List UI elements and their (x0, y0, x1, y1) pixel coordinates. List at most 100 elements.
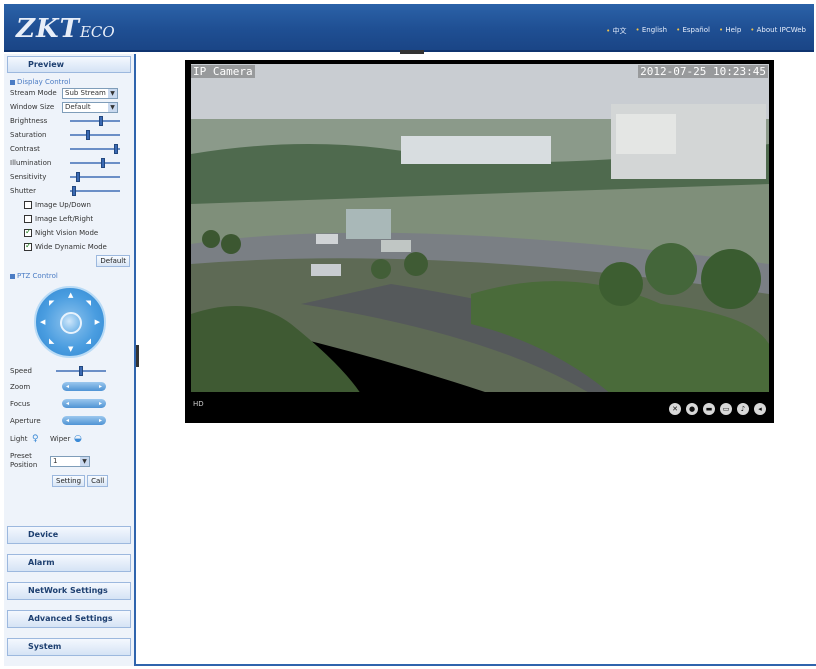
window-size-label: Window Size (10, 103, 55, 111)
system-section-header[interactable]: System (7, 638, 131, 656)
header-collapse-handle[interactable] (400, 50, 424, 54)
slider-thumb[interactable] (76, 172, 80, 182)
speed-label: Speed (10, 367, 32, 375)
lang-spanish-link[interactable]: Español (676, 26, 709, 36)
pan-downright-arrow-icon[interactable]: ◢ (86, 337, 91, 345)
slider-thumb[interactable] (101, 158, 105, 168)
lang-english-link[interactable]: English (635, 26, 667, 36)
checkbox-box[interactable] (24, 241, 32, 251)
default-button[interactable]: Default (96, 255, 130, 267)
about-link[interactable]: About IPCWeb (750, 26, 806, 36)
slider-thumb[interactable] (79, 366, 83, 376)
aperture-control[interactable]: ◂ ▸ (62, 416, 106, 425)
pan-up-arrow-icon[interactable]: ▲ (68, 291, 73, 299)
aperture-label: Aperture (10, 416, 41, 425)
slider-thumb[interactable] (86, 130, 90, 140)
shutter-slider[interactable] (70, 186, 120, 196)
network-settings-section-header[interactable]: NetWork Settings (7, 582, 131, 600)
pan-upright-arrow-icon[interactable]: ◥ (86, 299, 91, 307)
display-control-header[interactable]: Display Control (10, 78, 134, 86)
snapshot-camera-icon[interactable]: ● (686, 403, 698, 415)
pan-downleft-arrow-icon[interactable]: ◣ (49, 337, 54, 345)
ptz-center-button[interactable] (60, 312, 82, 334)
preset-select[interactable]: 1 ▼ (50, 455, 90, 467)
zoom-in-icon[interactable]: ▸ (99, 383, 102, 390)
preset-call-button[interactable]: Call (87, 475, 109, 487)
brightness-slider[interactable] (70, 116, 120, 126)
pan-upleft-arrow-icon[interactable]: ◤ (49, 299, 54, 307)
video-player[interactable]: IP Camera 2012-07-25 10:23:45 HD ✕ ● ▬ ▭… (185, 60, 774, 423)
bottom-border (136, 664, 816, 666)
preview-section-header[interactable]: Preview (7, 56, 131, 73)
contrast-row: Contrast (10, 142, 134, 156)
volume-icon[interactable]: ◂ (754, 403, 766, 415)
checkbox-box[interactable] (24, 227, 32, 237)
checkbox-label: Wide Dynamic Mode (35, 243, 107, 251)
advanced-settings-section-header[interactable]: Advanced Settings (7, 610, 131, 628)
aperture-open-icon[interactable]: ▸ (99, 417, 102, 424)
ptz-direction-pad: ▲ ▼ ◀ ▶ ◤ ◥ ◣ ◢ (34, 286, 106, 358)
zoom-control[interactable]: ◂ ▸ (62, 382, 106, 391)
preset-value: 1 (53, 457, 58, 465)
checkbox-label: Image Up/Down (35, 201, 91, 209)
ptz-control-header[interactable]: PTZ Control (10, 272, 134, 280)
slider-thumb[interactable] (72, 186, 76, 196)
image-leftright-checkbox[interactable]: Image Left/Right (24, 212, 134, 226)
checkbox-box[interactable] (24, 201, 32, 209)
image-updown-checkbox[interactable]: Image Up/Down (24, 198, 134, 212)
preset-setting-button[interactable]: Setting (52, 475, 86, 487)
stream-mode-select[interactable]: Sub Stream ▼ (62, 87, 118, 99)
logo-main-text: ZKT (16, 14, 80, 44)
focus-label: Focus (10, 399, 30, 408)
wiper-icon[interactable]: ◒ (74, 434, 82, 444)
pan-left-arrow-icon[interactable]: ◀ (40, 318, 45, 326)
pan-down-arrow-icon[interactable]: ▼ (68, 345, 73, 353)
slider-track (70, 120, 120, 122)
illumination-slider[interactable] (70, 158, 120, 168)
sensitivity-slider[interactable] (70, 172, 120, 182)
focus-near-icon[interactable]: ◂ (66, 400, 69, 407)
pan-right-arrow-icon[interactable]: ▶ (95, 318, 100, 326)
saturation-label: Saturation (10, 131, 47, 139)
display-control-label: Display Control (17, 78, 71, 86)
night-vision-checkbox[interactable]: Night Vision Mode (24, 226, 134, 240)
lang-chinese-link[interactable]: 中文 (606, 26, 626, 36)
mute-icon[interactable]: ♪ (737, 403, 749, 415)
aperture-close-icon[interactable]: ◂ (66, 417, 69, 424)
stream-mode-value: Sub Stream (65, 89, 106, 97)
contrast-label: Contrast (10, 145, 40, 153)
slider-thumb[interactable] (99, 116, 103, 126)
window-size-value: Default (65, 103, 91, 111)
sidebar-splitter[interactable] (136, 345, 139, 367)
device-section-header[interactable]: Device (7, 526, 131, 544)
contrast-slider[interactable] (70, 144, 120, 154)
help-link[interactable]: Help (719, 26, 741, 36)
focus-far-icon[interactable]: ▸ (99, 400, 102, 407)
hd-quality-badge[interactable]: HD (193, 400, 204, 408)
illumination-row: Illumination (10, 156, 134, 170)
checkbox-box[interactable] (24, 215, 32, 223)
preset-position-label: Preset Position (10, 452, 38, 469)
speed-slider[interactable] (56, 366, 106, 376)
video-controls: ✕ ● ▬ ▭ ♪ ◂ (669, 403, 766, 415)
collapse-icon (10, 79, 15, 85)
zoom-out-icon[interactable]: ◂ (66, 383, 69, 390)
sidebar: Preview Display Control Stream Mode Sub … (4, 54, 136, 666)
saturation-slider[interactable] (70, 130, 120, 140)
slider-thumb[interactable] (114, 144, 118, 154)
light-bulb-icon[interactable]: ♀ (32, 434, 50, 444)
sensitivity-label: Sensitivity (10, 173, 47, 181)
app-header: ZKTECO 中文 English Español Help About IPC… (4, 4, 814, 52)
window-size-select[interactable]: Default ▼ (62, 101, 118, 113)
ptz-control-label: PTZ Control (17, 272, 58, 280)
alarm-section-header[interactable]: Alarm (7, 554, 131, 572)
slider-track (70, 190, 120, 192)
window-size-row: Window Size Default ▼ (10, 100, 134, 114)
wide-dynamic-checkbox[interactable]: Wide Dynamic Mode (24, 240, 134, 254)
collapse-icon (10, 273, 15, 279)
record-icon[interactable]: ▬ (703, 403, 715, 415)
logo-eco-text: ECO (79, 23, 115, 41)
focus-control[interactable]: ◂ ▸ (62, 399, 106, 408)
settings-tools-icon[interactable]: ✕ (669, 403, 681, 415)
playback-icon[interactable]: ▭ (720, 403, 732, 415)
